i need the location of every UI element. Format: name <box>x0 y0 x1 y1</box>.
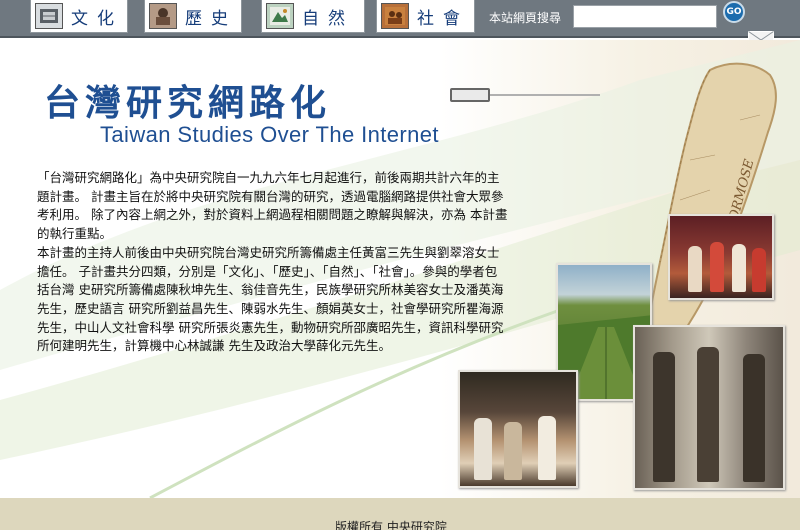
nav-tab-nature[interactable]: 自然 <box>261 0 365 33</box>
page-title-chinese: 台灣研究網路化 <box>44 83 332 124</box>
description-paragraph: 本計畫的主持人前後由中央研究院台灣史研究所籌備處主任黃富三先生與劉翠溶女士擔任。… <box>37 244 504 354</box>
nav-tab-society[interactable]: 社會 <box>376 0 475 33</box>
search-go-button[interactable]: GO <box>723 1 745 23</box>
page-title-english: Taiwan Studies Over The Internet <box>100 122 439 147</box>
project-description: 「台灣研究網路化」為中央研究院自一九九六年七月起進行，前後兩期共計六年的主題計畫… <box>37 169 509 356</box>
opera-performance-photo <box>668 214 774 300</box>
network-wire-decoration <box>490 94 600 96</box>
nav-tab-culture[interactable]: 文化 <box>30 0 128 33</box>
footer: 版權所有 中央研究院 <box>0 498 800 530</box>
history-thumbnail-icon <box>149 3 177 29</box>
society-thumbnail-icon <box>381 3 409 29</box>
network-connector-icon <box>450 88 490 102</box>
nav-tab-label: 歷史 <box>185 8 237 29</box>
historical-portrait-photo <box>633 325 785 490</box>
culture-thumbnail-icon <box>35 3 63 29</box>
nav-tab-history[interactable]: 歷史 <box>144 0 242 33</box>
search-input[interactable] <box>573 5 717 28</box>
banner: FORMOSE 台灣研究網路化 Taiwan Studies Over The … <box>0 40 800 498</box>
description-paragraph: 「台灣研究網路化」為中央研究院自一九九六年七月起進行，前後兩期共計六年的主題計畫… <box>37 170 508 242</box>
top-navigation-bar: 文化 歷史 自然 社會 本站網頁搜尋 GO <box>0 0 800 46</box>
search-label: 本站網頁搜尋 <box>489 11 562 25</box>
nature-thumbnail-icon <box>266 3 294 29</box>
copyright-text: 版權所有 中央研究院 <box>335 520 447 530</box>
nav-tab-label: 社會 <box>417 8 469 29</box>
nav-tab-label: 自然 <box>302 8 354 29</box>
nav-tab-label: 文化 <box>71 8 123 29</box>
festival-dance-photo <box>458 370 578 488</box>
